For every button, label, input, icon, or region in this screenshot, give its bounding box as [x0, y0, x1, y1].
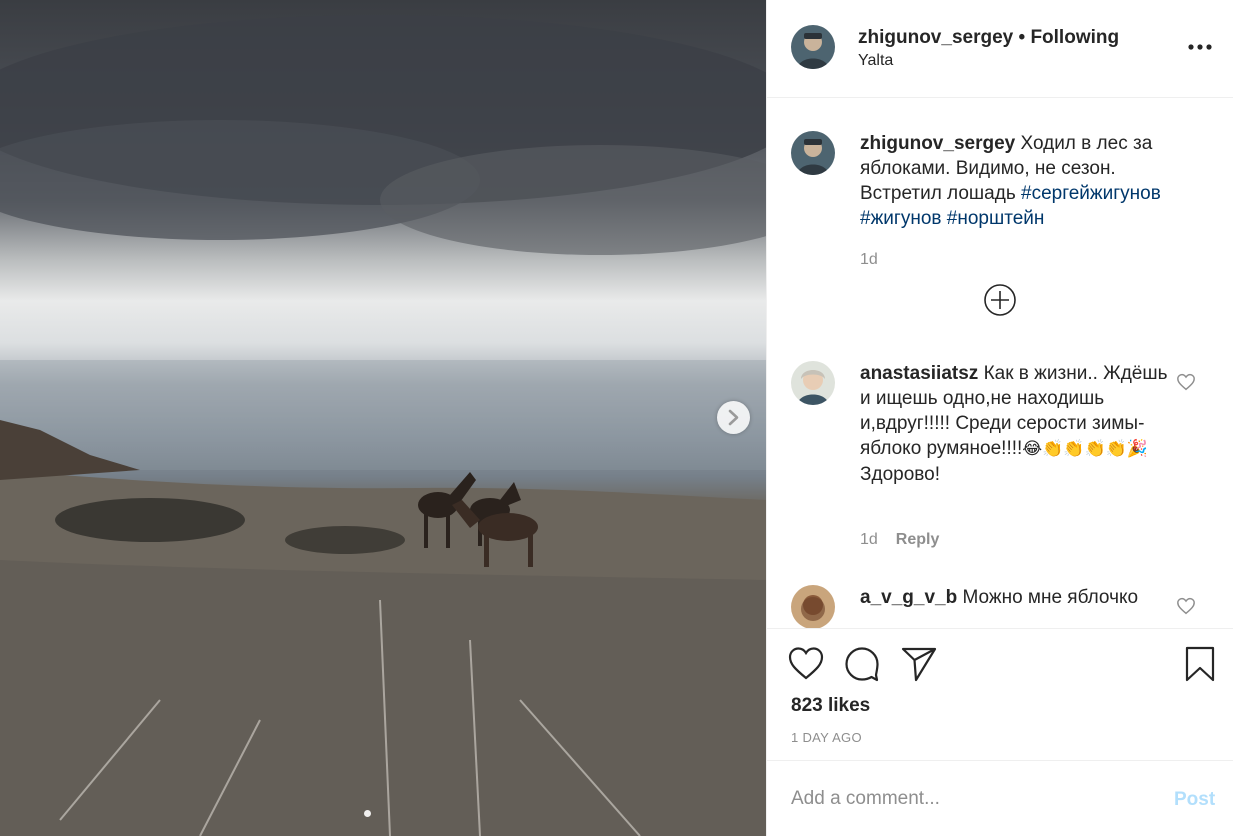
caption-time[interactable]: 1d [860, 251, 878, 269]
add-comment-bar: Post [767, 760, 1233, 836]
comment-time[interactable]: 1d [860, 531, 878, 548]
comment-text: anastasiiatsz Как в жизни.. Ждёшь и ищеш… [860, 361, 1180, 487]
post-side-panel: zhigunov_sergey • Following Yalta zhigun… [766, 0, 1233, 836]
like-button[interactable] [787, 645, 825, 683]
avatar-image [791, 361, 835, 405]
like-comment-button[interactable] [1176, 373, 1196, 391]
avatar-image [791, 131, 835, 175]
post-location[interactable]: Yalta [858, 52, 893, 70]
comment-username[interactable]: anastasiiatsz [860, 363, 978, 384]
plus-circle-icon [984, 284, 1016, 316]
post-date[interactable]: 1 DAY AGO [791, 730, 862, 745]
comment-text: a_v_g_v_b Можно мне яблочко [860, 585, 1180, 610]
hashtag-link[interactable]: #норштейн [947, 208, 1045, 229]
author-avatar[interactable] [791, 25, 835, 69]
likes-count[interactable]: 823 likes [791, 695, 870, 717]
header-user-line: zhigunov_sergey • Following [858, 27, 1119, 49]
post-photo[interactable] [0, 0, 766, 836]
more-options-button[interactable] [1187, 38, 1215, 56]
comments-list[interactable]: zhigunov_sergey Ходил в лес за яблоками.… [767, 98, 1233, 628]
caption-text: zhigunov_sergey Ходил в лес за яблоками.… [860, 131, 1180, 231]
share-icon [901, 647, 937, 682]
avatar-image [791, 25, 835, 69]
hashtag-link[interactable]: #жигунов [860, 208, 941, 229]
caption-avatar[interactable] [791, 131, 835, 175]
caption-username[interactable]: zhigunov_sergey [860, 133, 1015, 154]
avatar-image [791, 585, 835, 628]
load-more-comments-button[interactable] [983, 283, 1017, 317]
post-actions: 823 likes 1 DAY AGO [767, 628, 1233, 760]
following-button[interactable]: Following [1030, 27, 1119, 48]
more-horizontal-icon [1188, 44, 1212, 50]
like-comment-button[interactable] [1176, 597, 1196, 615]
header-separator: • [1018, 27, 1026, 48]
carousel-indicator-dot [364, 810, 371, 817]
hashtag-link[interactable]: #сергейжигунов [1021, 183, 1161, 204]
commenter-avatar[interactable] [791, 361, 835, 405]
commenter-avatar[interactable] [791, 585, 835, 628]
comment-icon [845, 647, 879, 682]
comment-body: Можно мне яблочко [962, 587, 1139, 608]
author-username[interactable]: zhigunov_sergey [858, 27, 1013, 48]
save-button[interactable] [1181, 645, 1219, 683]
carousel-next-button[interactable] [717, 401, 750, 434]
heart-icon [788, 647, 824, 680]
chevron-right-icon [728, 409, 739, 426]
post-header: zhigunov_sergey • Following Yalta [767, 0, 1233, 98]
comment-emojis: 😂👏👏👏👏🎉 [1022, 439, 1148, 459]
comment-input[interactable] [791, 785, 1151, 813]
comment-body-end: Здорово! [860, 464, 940, 485]
comment-button[interactable] [843, 645, 881, 683]
heart-icon [1177, 597, 1195, 615]
reply-button[interactable]: Reply [896, 531, 940, 548]
comment-meta: 1d Reply [860, 531, 939, 549]
comment-username[interactable]: a_v_g_v_b [860, 587, 957, 608]
post-comment-button[interactable]: Post [1174, 789, 1215, 811]
share-button[interactable] [900, 645, 938, 683]
bookmark-icon [1185, 646, 1215, 682]
heart-icon [1177, 373, 1195, 391]
post-photo-artwork [0, 15, 766, 836]
